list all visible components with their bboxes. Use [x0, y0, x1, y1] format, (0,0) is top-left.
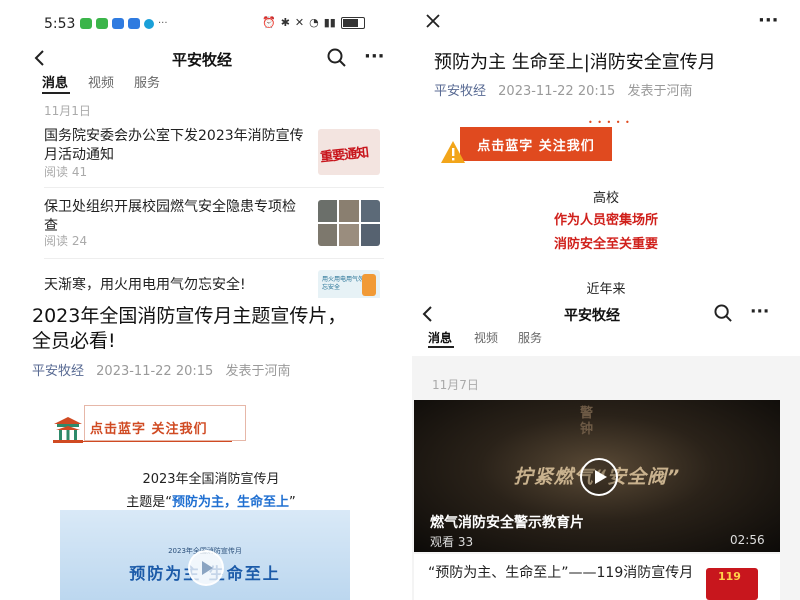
signal-icon: ▮▮	[323, 16, 336, 29]
article-headline: 2023年全国消防宣传月主题宣传片，全员必看!	[32, 305, 347, 352]
article-thumbnail: 重要通知	[318, 129, 380, 175]
right-article-panel: ··· 预防为主 生命至上|消防安全宣传月 平安牧经 2023-11-22 20…	[412, 0, 800, 298]
body-line: 2023年全国消防宣传月	[142, 472, 280, 487]
list-item[interactable]: 保卫处组织开展校园燃气安全隐患专项检查 阅读 24	[44, 196, 384, 250]
status-app-icons: ···	[80, 18, 168, 29]
article-reads: 阅读 24	[44, 234, 88, 248]
app-icon-blue	[112, 18, 124, 29]
article-meta: 平安牧经 2023-11-22 20:15 发表于河南	[32, 360, 290, 379]
left-feed-panel: 5:53 ··· ⏰ ✱ ✕ ◔ ▮▮ 平安牧经 ··· 消息 视频 服务 11…	[22, 0, 400, 298]
article-title: 国务院安委会办公室下发2023年消防宣传月活动通知	[44, 128, 304, 163]
video-card[interactable]: 警钟 拧紧燃气“安全阀” 燃气消防安全警示教育片 观看 33 02:56	[414, 400, 780, 552]
more-dots-icon: ···	[158, 18, 168, 29]
banner-dots: • • • • •	[588, 118, 631, 127]
wechat-icon	[80, 18, 92, 29]
theme-suffix: ”	[289, 495, 296, 510]
video-views: 观看 33	[430, 535, 474, 549]
bluetooth-icon: ✱	[280, 16, 290, 29]
tab-messages[interactable]: 消息	[42, 72, 68, 91]
play-icon[interactable]	[188, 550, 224, 586]
video-overlay-top: 警钟	[580, 406, 594, 437]
embedded-video[interactable]: 2023年全国消防宣传月 预防为主 生命至上	[60, 510, 350, 600]
follow-banner[interactable]: 点击蓝字 关注我们	[460, 127, 612, 161]
more-icon[interactable]: ···	[364, 46, 385, 67]
account-link[interactable]: 平安牧经	[434, 84, 486, 99]
app-icon-teal	[144, 19, 154, 29]
article-thumbnail: 用火用电用气勿忘安全	[318, 270, 380, 298]
wifi-icon: ◔	[309, 16, 319, 29]
feed-date: 11月7日	[432, 378, 479, 392]
article-thumbnail	[318, 200, 380, 246]
tab-services[interactable]: 服务	[134, 72, 160, 91]
status-time: 5:53	[44, 16, 76, 32]
divider	[44, 187, 384, 188]
article-meta: 平安牧经 2023-11-22 20:15 发表于河南	[434, 80, 692, 99]
article-title: “预防为主、生命至上”——119消防宣传月	[428, 565, 694, 581]
left-article-panel: 2023年全国消防宣传月主题宣传片，全员必看! 平安牧经 2023-11-22 …	[22, 298, 400, 600]
search-icon[interactable]	[714, 304, 733, 323]
list-item[interactable]: 天渐寒，用火用电用气勿忘安全! 用火用电用气勿忘安全	[44, 266, 384, 298]
article-reads: 阅读 41	[44, 165, 88, 179]
publish-date: 2023-11-22 20:15	[96, 364, 214, 379]
tab-messages[interactable]: 消息	[428, 329, 452, 346]
thumbnail-text: 重要通知	[319, 145, 369, 166]
publish-date: 2023-11-22 20:15	[498, 84, 616, 99]
banner-line	[62, 441, 232, 442]
video-title: 燃气消防安全警示教育片	[430, 515, 584, 531]
app-icon-blue-2	[128, 18, 140, 29]
back-icon[interactable]	[34, 50, 46, 66]
thumbnail-text: 用火用电用气勿忘安全	[322, 276, 365, 291]
video-duration: 02:56	[730, 533, 765, 547]
divider	[44, 258, 384, 259]
account-link[interactable]: 平安牧经	[32, 364, 84, 379]
highlight-line: 作为人员密集场所	[553, 213, 658, 228]
battery-icon	[340, 16, 365, 29]
pavilion-icon	[48, 414, 88, 444]
warning-icon	[440, 140, 466, 164]
channel-title: 平安牧经	[172, 51, 233, 69]
status-right-icons: ⏰ ✱ ✕ ◔ ▮▮	[262, 16, 365, 29]
theme-prefix: 主题是“	[126, 495, 172, 510]
tab-underline	[42, 92, 70, 94]
article-title: 保卫处组织开展校园燃气安全隐患专项检查	[44, 199, 296, 234]
play-icon[interactable]	[580, 458, 618, 496]
thumbnail-text: 119	[718, 570, 741, 583]
right-feed-panel: 平安牧经 ··· 消息 视频 服务 11月7日 警钟 拧紧燃气“安全阀” 燃气消…	[412, 298, 800, 600]
close-icon[interactable]	[426, 14, 440, 28]
follow-banner[interactable]: 点击蓝字 关注我们	[90, 418, 208, 437]
alarm-icon: ⏰	[262, 16, 276, 29]
mute-icon: ✕	[294, 16, 305, 29]
more-icon[interactable]: ···	[758, 10, 779, 31]
body-line: 近年来	[586, 282, 626, 297]
list-item[interactable]: “预防为主、生命至上”——119消防宣传月 119	[414, 554, 780, 600]
channel-title: 平安牧经	[564, 308, 620, 324]
article-headline: 预防为主 生命至上|消防安全宣传月	[434, 52, 716, 73]
back-icon[interactable]	[422, 306, 434, 322]
tab-underline	[428, 346, 454, 348]
search-icon[interactable]	[327, 48, 347, 68]
theme-line: 主题是“预防为主，生命至上”	[22, 491, 400, 510]
tab-videos[interactable]: 视频	[474, 329, 498, 346]
tab-videos[interactable]: 视频	[88, 72, 114, 91]
body-line: 高校	[592, 191, 619, 206]
more-icon[interactable]: ···	[750, 302, 769, 322]
theme-highlight: 预防为主，生命至上	[171, 495, 289, 510]
message-icon	[96, 18, 108, 29]
article-thumbnail: 119	[706, 568, 758, 600]
publish-location: 发表于河南	[225, 364, 291, 379]
article-title: 天渐寒，用火用电用气勿忘安全!	[44, 277, 246, 293]
feed-date: 11月1日	[44, 104, 91, 118]
tab-services[interactable]: 服务	[518, 329, 542, 346]
publish-location: 发表于河南	[627, 84, 693, 99]
highlight-line: 消防安全至关重要	[553, 237, 658, 252]
list-item[interactable]: 国务院安委会办公室下发2023年消防宣传月活动通知 阅读 41 重要通知	[44, 127, 384, 181]
